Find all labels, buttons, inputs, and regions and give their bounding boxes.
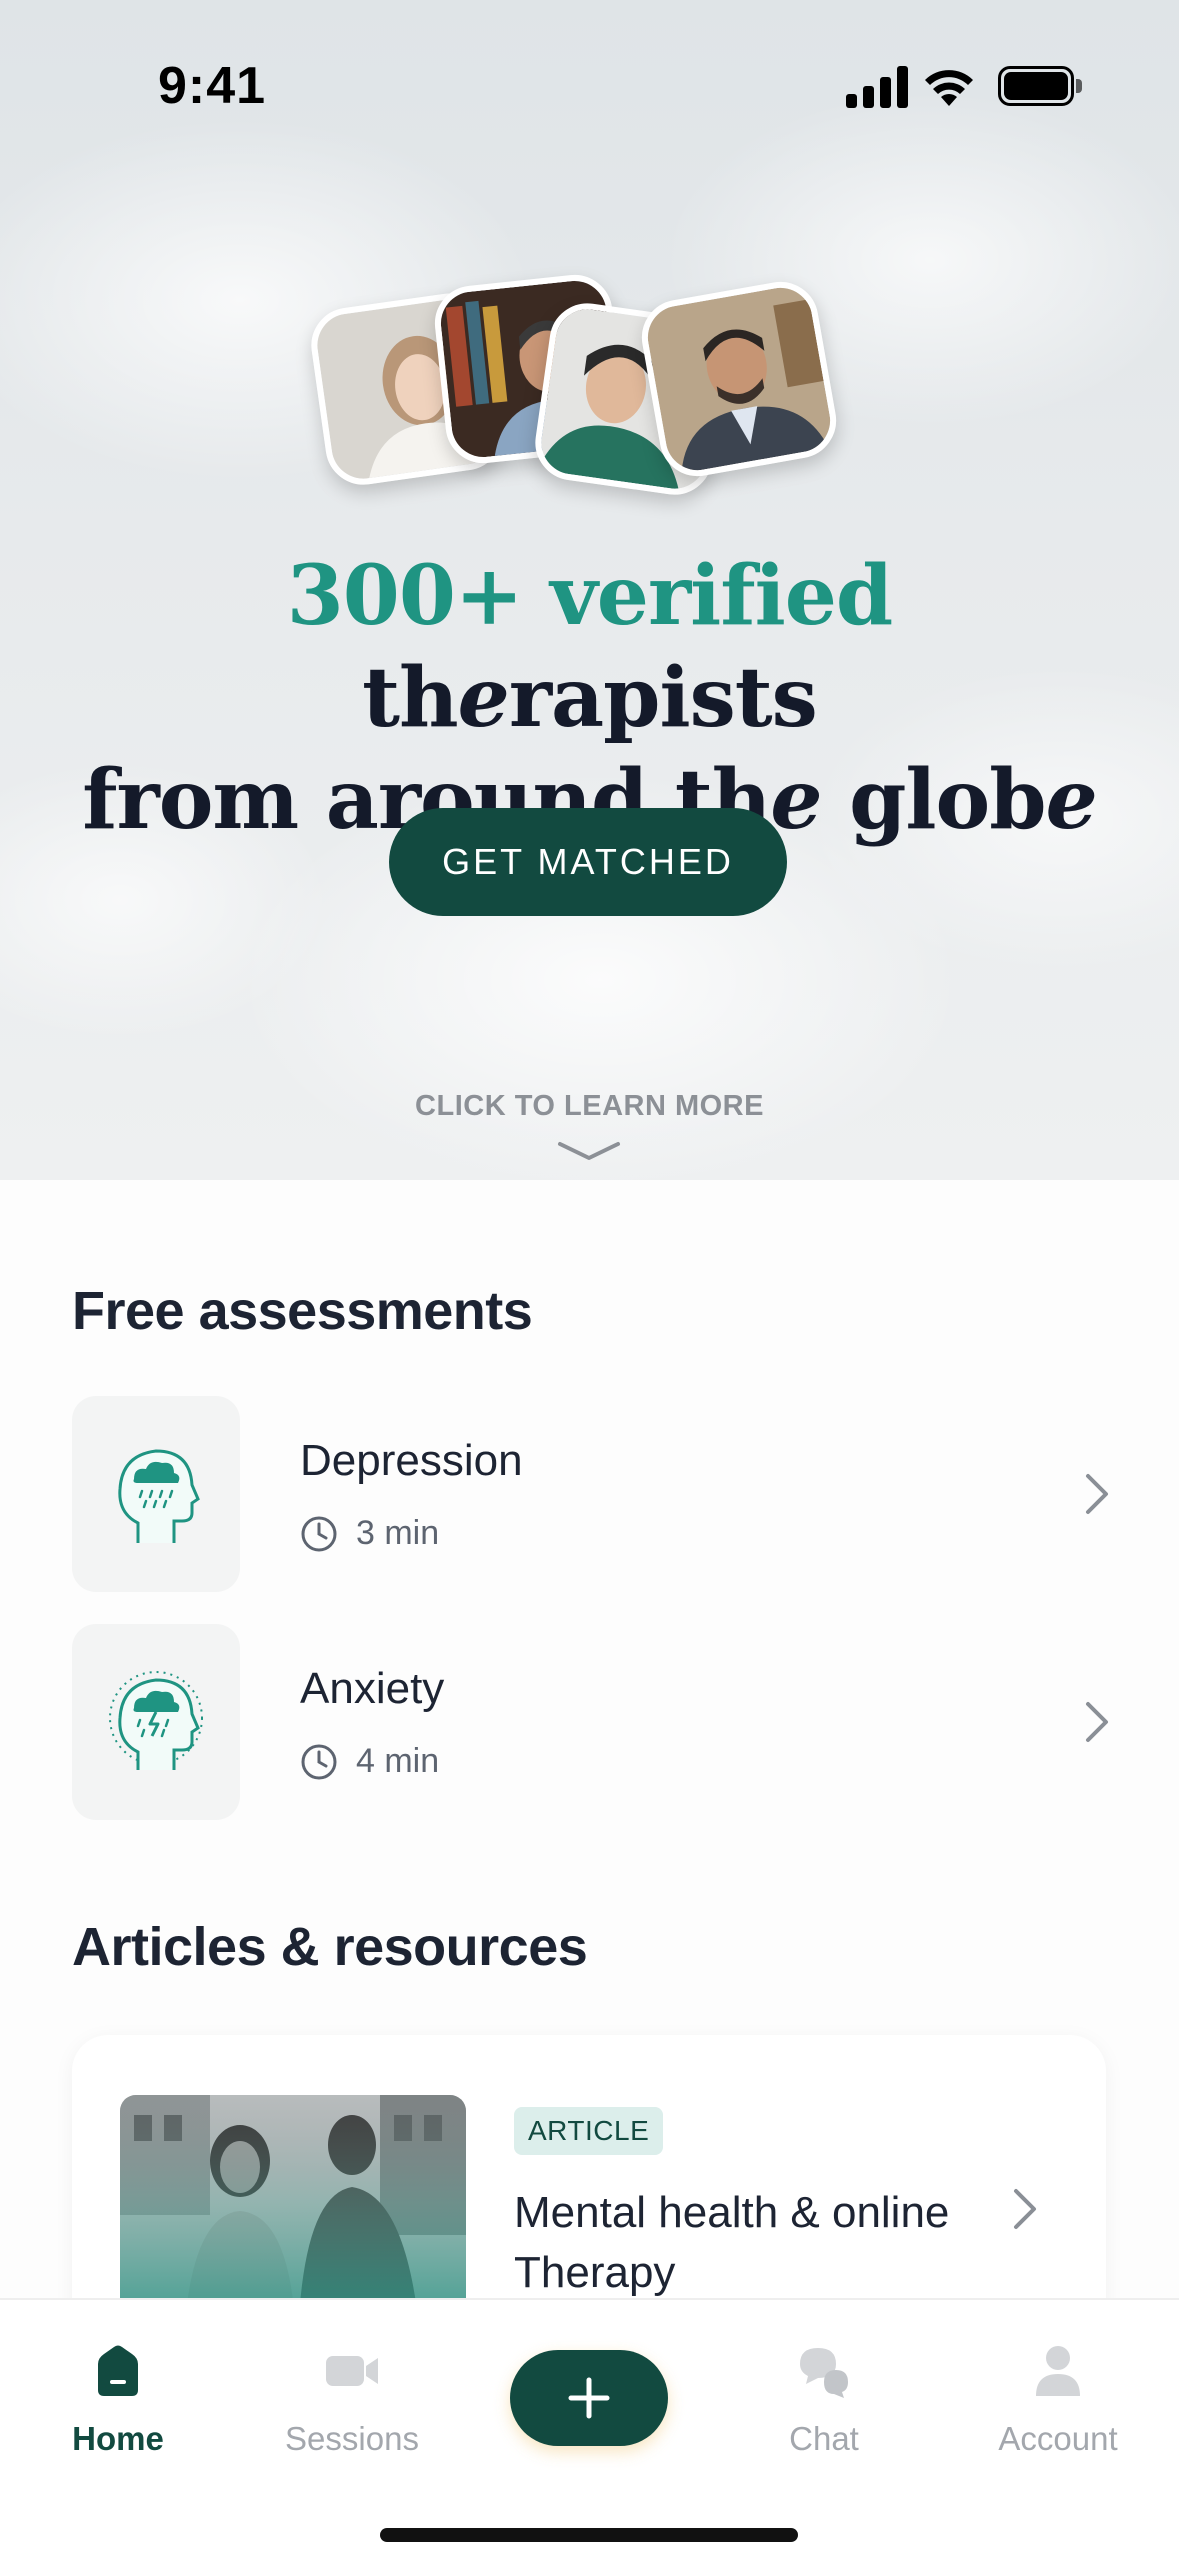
hero-headline: 300+ verified therapists from around the… [60, 545, 1119, 851]
battery-icon [998, 66, 1082, 106]
therapist-avatars [306, 271, 870, 520]
assessment-depression[interactable]: Depression 3 min [72, 1396, 1112, 1592]
hero-section: 9:41 300+ verified therapists from aroun… [0, 0, 1179, 1180]
article-title: Mental health & online Therapy [514, 2188, 950, 2297]
tab-account[interactable]: Account [948, 2340, 1168, 2490]
chevron-right-icon[interactable] [1082, 1470, 1112, 1518]
tab-label: Account [998, 2420, 1118, 2457]
get-matched-button[interactable]: GET MATCHED [389, 808, 787, 916]
bottom-tab-bar: Home Sessions Chat Account [0, 2298, 1179, 2556]
tab-home[interactable]: Home [8, 2340, 228, 2490]
chevron-right-icon[interactable] [1082, 1698, 1112, 1746]
tab-label: Chat [789, 2420, 859, 2457]
video-camera-icon [326, 2356, 378, 2386]
head-cloud-rain-icon [118, 1449, 200, 1543]
headline-text: e [1045, 752, 1098, 848]
assessment-icon-box [72, 1624, 240, 1820]
tab-label: Sessions [285, 2420, 419, 2457]
home-icon [98, 2345, 138, 2396]
assessment-duration: 3 min [300, 1514, 439, 1553]
headline-text: e [457, 650, 510, 746]
add-button[interactable] [510, 2350, 668, 2446]
headline-text: glob [821, 752, 1047, 848]
clock-icon [301, 1516, 337, 1551]
assessment-duration: 4 min [300, 1742, 439, 1781]
headline-text: th [362, 650, 458, 746]
learn-more-link[interactable]: CLICK TO LEARN MORE [0, 1090, 1179, 1123]
head-storm-icon [109, 1671, 203, 1770]
chat-bubbles-icon [800, 2348, 848, 2398]
assessment-icon-box [72, 1396, 240, 1592]
home-indicator [380, 2528, 798, 2542]
assessment-name: Depression [300, 1436, 523, 1485]
articles-title: Articles & resources [72, 1917, 588, 1977]
assessment-duration-text: 3 min [356, 1514, 440, 1552]
chevron-down-icon[interactable] [556, 1140, 622, 1164]
cellular-signal-icon [846, 66, 908, 108]
tab-label: Home [72, 2420, 164, 2457]
headline-text: rapists [508, 650, 818, 746]
assessments-title: Free assessments [72, 1281, 533, 1341]
wifi-icon [925, 70, 973, 106]
plus-icon [568, 2377, 610, 2419]
assessment-duration-text: 4 min [356, 1742, 440, 1780]
tab-chat[interactable]: Chat [714, 2340, 934, 2490]
assessment-anxiety[interactable]: Anxiety 4 min [72, 1624, 1112, 1820]
assessment-name: Anxiety [300, 1664, 445, 1713]
person-icon [1036, 2346, 1080, 2396]
status-time: 9:41 [158, 57, 267, 115]
clock-icon [301, 1744, 337, 1779]
headline-accent: 300+ verified [286, 548, 894, 644]
tab-sessions[interactable]: Sessions [242, 2340, 462, 2490]
therapist-avatar-4 [635, 275, 843, 483]
article-type-badge: ARTICLE [514, 2107, 664, 2155]
chevron-right-icon[interactable] [1010, 2185, 1040, 2233]
